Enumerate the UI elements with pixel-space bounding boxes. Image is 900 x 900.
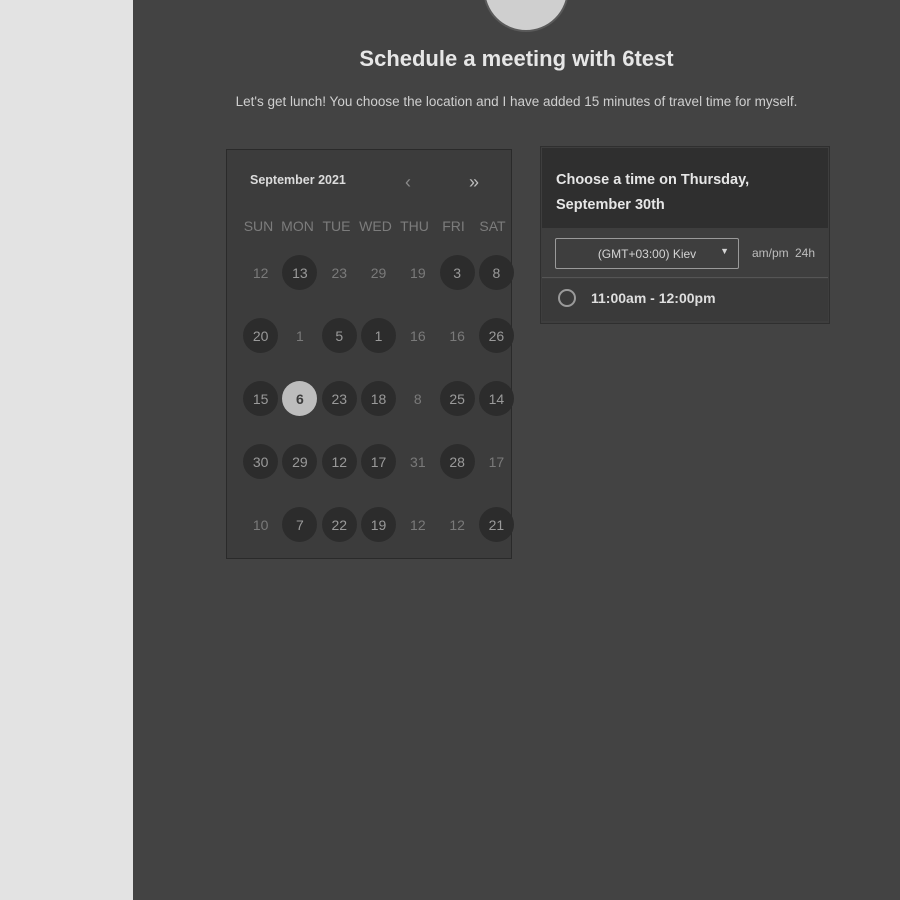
calendar-day[interactable]: 21 [478, 507, 514, 542]
calendar-day[interactable]: 30 [243, 444, 279, 479]
calendar-day[interactable]: 8 [478, 255, 514, 290]
calendar-day[interactable]: 25 [439, 381, 475, 416]
calendar-day: 10 [252, 516, 269, 533]
calendar-day: 17 [488, 453, 505, 470]
calendar-day[interactable]: 19 [361, 507, 397, 542]
calendar-day[interactable]: 17 [361, 444, 397, 479]
weekday-label: FRI [442, 218, 465, 234]
format-ampm-toggle[interactable]: am/pm [752, 246, 789, 260]
calendar-day[interactable]: 12 [321, 444, 357, 479]
calendar-day[interactable]: 26 [478, 318, 514, 353]
page-title: Schedule a meeting with 6test [359, 46, 674, 71]
calendar-day: 19 [410, 264, 426, 281]
time-panel-header: Choose a time on Thursday, September 30t… [542, 148, 828, 228]
weekday-label: WED [359, 218, 392, 234]
weekday-label: TUE [322, 218, 351, 234]
caret-down-icon: ▼ [720, 246, 729, 256]
weekday-label: MON [281, 218, 314, 234]
calendar-day[interactable]: 15 [243, 381, 279, 416]
radio-icon[interactable] [558, 289, 576, 307]
page-description: Let's get lunch! You choose the location… [235, 94, 798, 109]
calendar-day: 23 [331, 264, 348, 281]
timezone-select[interactable]: (GMT+03:00) Kiev ▼ [555, 238, 739, 269]
calendar-day[interactable]: 13 [282, 255, 318, 290]
calendar-day: 12 [410, 516, 426, 533]
calendar-day[interactable]: 20 [243, 318, 279, 353]
calendar-day[interactable]: 3 [439, 255, 475, 290]
calendar-day[interactable]: 23 [321, 381, 357, 416]
calendar-day: 31 [410, 453, 426, 470]
calendar-day: 16 [410, 327, 426, 344]
next-month-icon[interactable]: » [469, 172, 479, 193]
time-panel-heading: Choose a time on Thursday, September 30t… [556, 172, 750, 213]
calendar-day[interactable]: 22 [321, 507, 357, 542]
calendar-day: 1 [296, 327, 304, 344]
calendar-days-grid: 12 13 23 29 19 3 8 20 1 5 1 16 16 26 15 6 23 18 8 25 14 30 29 1… [241, 255, 516, 570]
calendar-day: 8 [413, 390, 422, 407]
date-picker: September 2021 ‹ » SUN MON TUE WED THU FRI SAT… [226, 149, 514, 559]
previous-month-icon[interactable]: ‹ [405, 172, 411, 193]
calendar-day[interactable]: 29 [282, 444, 318, 479]
calendar-day[interactable]: 7 [282, 507, 318, 542]
calendar-day[interactable]: 14 [478, 381, 514, 416]
weekday-label: THU [400, 218, 429, 234]
calendar-day[interactable]: 1 [361, 318, 397, 353]
divider [542, 277, 828, 278]
calendar-day: 16 [449, 327, 465, 344]
timezone-value: (GMT+03:00) Kiev [597, 246, 697, 261]
left-margin [0, 0, 133, 900]
weekday-header: SUN MON TUE WED THU FRI SAT [239, 218, 513, 234]
time-slot[interactable]: 11:00am - 12:00pm [542, 279, 828, 321]
weekday-label: SAT [479, 218, 506, 234]
calendar-day[interactable]: 18 [361, 381, 397, 416]
calendar-day: 12 [252, 264, 269, 281]
calendar-day[interactable]: 5 [321, 318, 357, 353]
format-24h-toggle[interactable]: 24h [795, 246, 815, 260]
calendar-day[interactable]: 28 [439, 444, 475, 479]
calendar-month-label: September 2021 [250, 173, 346, 187]
time-selection-panel: Choose a time on Thursday, September 30t… [540, 146, 830, 324]
weekday-label: SUN [243, 218, 274, 234]
calendar-day: 29 [370, 264, 387, 281]
time-slot-label: 11:00am - 12:00pm [591, 290, 716, 306]
calendar-day: 12 [449, 516, 465, 533]
calendar-day-selected[interactable]: 6 [282, 381, 318, 416]
